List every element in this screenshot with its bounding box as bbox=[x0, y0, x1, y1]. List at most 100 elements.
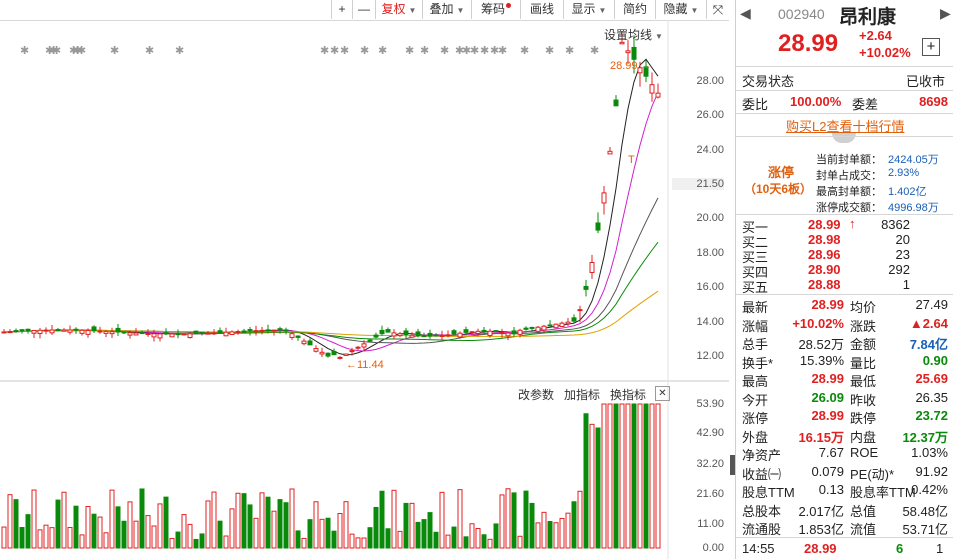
event-marker-icon[interactable]: ✱ bbox=[360, 45, 369, 57]
volume-bar bbox=[625, 403, 631, 549]
event-marker-icon[interactable]: ✱ bbox=[470, 45, 479, 57]
candle-body bbox=[283, 329, 289, 332]
candle-body bbox=[547, 324, 553, 327]
next-stock-icon[interactable]: ▶ bbox=[940, 5, 951, 22]
event-marker-icon[interactable]: ✱ bbox=[320, 45, 329, 57]
price-tick: 18.00 bbox=[696, 247, 724, 259]
bid-volume: 8362 bbox=[881, 217, 910, 232]
volume-bar bbox=[565, 512, 571, 549]
chouma-button[interactable]: 筹码 bbox=[471, 0, 520, 19]
candle-body bbox=[481, 329, 487, 332]
volume-bar bbox=[157, 503, 163, 549]
volume-bar bbox=[7, 494, 13, 549]
volume-bar bbox=[337, 512, 343, 549]
volume-bar bbox=[583, 413, 589, 549]
candle-body bbox=[205, 332, 211, 335]
candle-body bbox=[211, 332, 217, 335]
diejia-button[interactable]: 叠加 ▼ bbox=[422, 0, 471, 19]
candle-body bbox=[361, 343, 367, 348]
fuquan-button[interactable]: 复权 ▼ bbox=[375, 0, 422, 19]
event-marker-icon[interactable]: ✱ bbox=[440, 45, 449, 57]
status-value: 已收市 bbox=[906, 74, 946, 89]
candle-body bbox=[451, 330, 457, 335]
event-marker-icon[interactable]: ✱ bbox=[545, 45, 554, 57]
candle-body bbox=[355, 346, 361, 349]
volume-bar bbox=[649, 403, 655, 549]
stat-label: 外盘 bbox=[742, 429, 769, 445]
stat-value: 53.71亿 bbox=[902, 522, 948, 537]
xianshi-button[interactable]: 显示 ▼ bbox=[563, 0, 614, 19]
stat-value: 7.84亿 bbox=[909, 337, 948, 352]
candle-body bbox=[1, 331, 7, 334]
candle-body bbox=[7, 331, 13, 334]
candle-body bbox=[337, 356, 343, 359]
candle-body bbox=[31, 329, 37, 334]
zoom-in-button[interactable]: + bbox=[331, 0, 352, 19]
add-watchlist-button[interactable]: + bbox=[922, 38, 940, 56]
price-tick: 12.00 bbox=[696, 350, 724, 362]
yincang-button[interactable]: 隐藏 ▼ bbox=[655, 0, 706, 19]
fullscreen-icon[interactable]: ⤧ bbox=[706, 0, 729, 19]
huaxian-button[interactable]: 画线 bbox=[520, 0, 563, 19]
close-indicator-icon[interactable]: ✕ bbox=[655, 386, 670, 401]
volume-bar bbox=[55, 499, 61, 549]
event-marker-icon[interactable]: ✱ bbox=[20, 45, 29, 57]
candle-body bbox=[439, 334, 445, 338]
ma-setting-button[interactable]: 设置均线 ▼ bbox=[604, 26, 663, 43]
event-marker-icon[interactable]: ✱ bbox=[110, 45, 119, 57]
event-marker-icon[interactable]: ✱ bbox=[145, 45, 154, 57]
volume-bar bbox=[433, 531, 439, 549]
candle-body bbox=[475, 330, 481, 334]
event-marker-icon[interactable]: ✱ bbox=[340, 45, 349, 57]
limit-up-streak: （10天6板） bbox=[744, 182, 813, 196]
volume-bar bbox=[493, 523, 499, 549]
limit-up-title: 涨停 bbox=[768, 165, 795, 180]
event-marker-icon[interactable]: ✱ bbox=[498, 45, 507, 57]
collapse-tab-icon[interactable] bbox=[832, 133, 856, 143]
volume-bar bbox=[271, 510, 277, 549]
stat-value: 0.079 bbox=[811, 463, 844, 479]
event-marker-icon[interactable]: ✱ bbox=[590, 45, 599, 57]
volume-bar bbox=[13, 499, 19, 549]
stat-label: 涨跌 bbox=[850, 318, 877, 334]
stat-label: 金额 bbox=[850, 337, 877, 352]
switch-indicator-button[interactable]: 换指标 bbox=[610, 386, 646, 403]
volume-bar bbox=[415, 521, 421, 549]
volume-tick: 11.00 bbox=[697, 518, 724, 530]
stat-label: 最低 bbox=[850, 374, 877, 389]
candle-body bbox=[511, 330, 517, 335]
add-indicator-button[interactable]: 加指标 bbox=[564, 386, 600, 403]
prev-stock-icon[interactable]: ◀ bbox=[740, 5, 751, 22]
volume-bar bbox=[73, 505, 79, 549]
event-marker-icon[interactable]: ✱ bbox=[565, 45, 574, 57]
candle-body bbox=[157, 333, 163, 339]
yincang-label: 隐藏 bbox=[663, 2, 688, 16]
volume-bar bbox=[553, 522, 559, 549]
event-marker-icon[interactable]: ✱ bbox=[52, 45, 61, 57]
event-marker-icon[interactable]: ✱ bbox=[405, 45, 414, 57]
volume-bar bbox=[133, 520, 139, 549]
event-marker-icon[interactable]: ✱ bbox=[480, 45, 489, 57]
dropdown-arrow-icon: ▼ bbox=[598, 6, 607, 15]
change-params-button[interactable]: 改参数 bbox=[518, 386, 554, 403]
stat-label: 总股本 bbox=[742, 503, 782, 519]
volume-bar bbox=[409, 502, 415, 549]
volume-tick: 21.60 bbox=[696, 488, 724, 500]
candle-body bbox=[457, 332, 463, 338]
event-marker-icon[interactable]: ✱ bbox=[330, 45, 339, 57]
event-marker-icon[interactable]: ✱ bbox=[175, 45, 184, 57]
candle-body bbox=[553, 323, 559, 329]
candle-body bbox=[415, 331, 421, 337]
event-marker-icon[interactable]: ✱ bbox=[420, 45, 429, 57]
candle-body bbox=[109, 331, 115, 335]
weicha-value: 8698 bbox=[919, 94, 948, 109]
event-marker-icon[interactable]: ✱ bbox=[520, 45, 529, 57]
event-marker-icon[interactable]: ✱ bbox=[77, 45, 86, 57]
candle-body bbox=[133, 332, 139, 336]
volume-bar bbox=[445, 534, 451, 549]
zoom-out-button[interactable]: — bbox=[352, 0, 375, 19]
jianyue-button[interactable]: 简约 bbox=[614, 0, 655, 19]
event-marker-icon[interactable]: ✱ bbox=[378, 45, 387, 57]
stat-value: 0.90 bbox=[922, 352, 948, 368]
limit-stat-value: 2.93% bbox=[888, 167, 920, 179]
